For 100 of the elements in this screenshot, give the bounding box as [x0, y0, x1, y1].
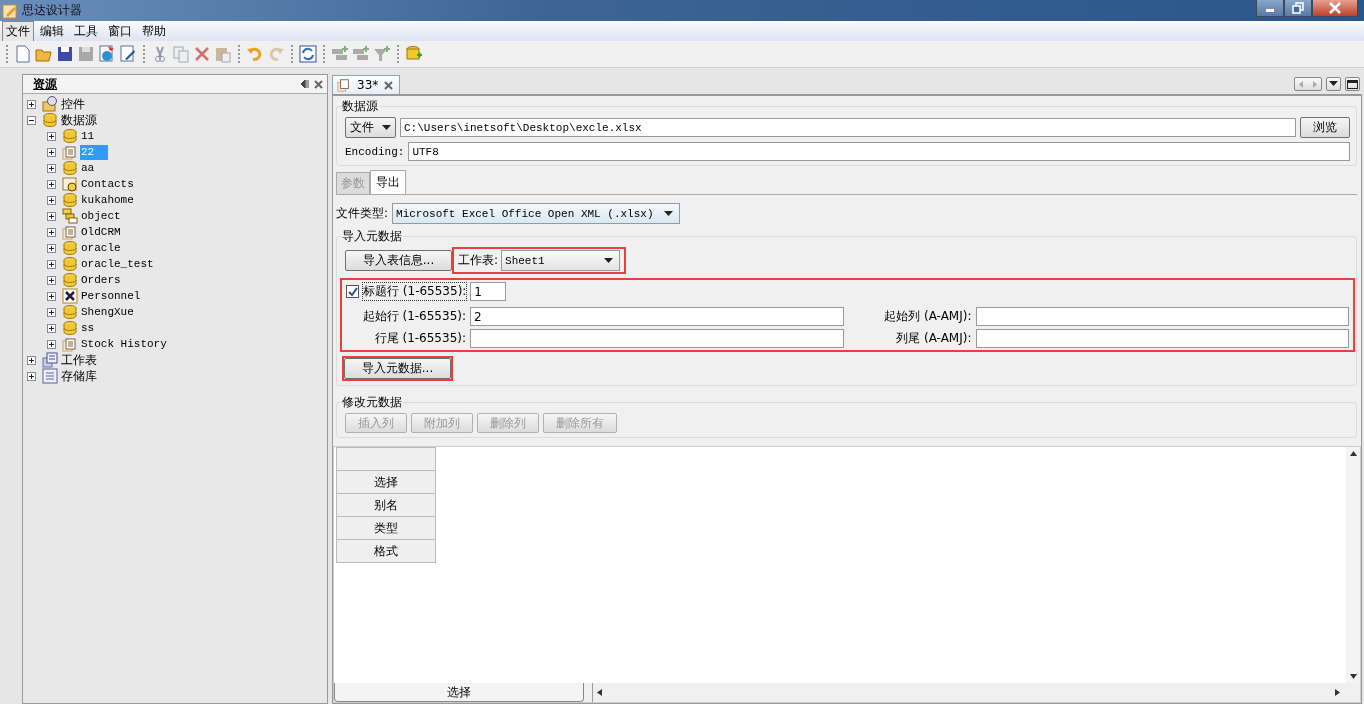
tree-item[interactable]: Orders	[80, 272, 122, 288]
left-arrow-icon	[597, 689, 602, 696]
save-icon[interactable]	[56, 45, 74, 63]
tree-item[interactable]: Stock History	[80, 336, 168, 352]
add-database-icon[interactable]	[405, 45, 423, 63]
restore-button[interactable]	[1284, 0, 1312, 17]
menu-item[interactable]: 文件	[2, 20, 34, 42]
menu-item[interactable]: 工具	[70, 20, 102, 42]
pin-icon[interactable]	[300, 79, 310, 89]
row-header: 别名	[336, 494, 436, 517]
row-header: 选择	[336, 471, 436, 494]
row-header: 类型	[336, 517, 436, 540]
expand-toggle[interactable]	[47, 227, 56, 237]
tree-item[interactable]: oracle_test	[80, 256, 155, 272]
restore-icon	[1291, 2, 1305, 14]
tree-item[interactable]: kukahome	[80, 192, 135, 208]
field-label: 列尾 (A-AMJ):	[895, 330, 972, 347]
collapse-toggle[interactable]	[27, 115, 36, 125]
header-row-field[interactable]: 1	[470, 282, 507, 301]
tree-item[interactable]: oracle	[80, 240, 122, 256]
sheet-label: 工作表:	[458, 252, 499, 269]
menu-item[interactable]: 帮助	[138, 20, 170, 42]
browse-button[interactable]: 浏览	[1300, 117, 1350, 138]
expand-toggle[interactable]	[47, 291, 56, 301]
tree-item[interactable]: Personnel	[80, 288, 142, 304]
expand-toggle[interactable]	[47, 323, 56, 333]
close-button[interactable]	[1312, 0, 1358, 17]
menu-item[interactable]: 窗口	[104, 20, 136, 42]
expand-toggle[interactable]	[27, 99, 36, 109]
tree-item[interactable]: object	[80, 208, 122, 224]
delete-icon[interactable]	[193, 45, 211, 63]
expand-toggle[interactable]	[27, 355, 36, 365]
refresh-icon[interactable]	[299, 45, 317, 63]
expand-toggle[interactable]	[47, 307, 56, 317]
storage-icon	[42, 368, 58, 384]
tree-item[interactable]: 控件	[60, 96, 86, 112]
database-icon	[62, 320, 78, 336]
tree-item[interactable]: 工作表	[60, 352, 98, 368]
tree-item[interactable]: OldCRM	[80, 224, 122, 240]
expand-toggle[interactable]	[27, 371, 36, 381]
import-table-info-button[interactable]: 导入表信息...	[345, 250, 452, 271]
document-stack-icon	[337, 78, 351, 92]
expand-toggle[interactable]	[47, 275, 56, 285]
close-icon[interactable]	[384, 80, 394, 90]
tree-item[interactable]: Contacts	[80, 176, 135, 192]
editor-tab[interactable]: 33*	[332, 75, 401, 94]
input-field[interactable]	[470, 329, 844, 348]
checkbox-label[interactable]: 标题行 (1-65535):	[363, 283, 467, 300]
tree-item[interactable]: 数据源	[60, 112, 98, 128]
expand-toggle[interactable]	[47, 339, 56, 349]
file-type-label: 文件类型:	[336, 205, 389, 222]
tree-item[interactable]: ShengXue	[80, 304, 135, 320]
import-metadata-button[interactable]: 导入元数据...	[344, 358, 451, 379]
edit-page-icon[interactable]	[119, 45, 137, 63]
expand-toggle[interactable]	[47, 179, 56, 189]
tree-item[interactable]: aa	[80, 160, 96, 176]
globe-icon[interactable]	[98, 45, 116, 63]
menu-item[interactable]: 编辑	[36, 20, 68, 42]
expand-toggle[interactable]	[47, 243, 56, 253]
down-arrow-icon	[1349, 674, 1357, 679]
expand-toggle[interactable]	[47, 147, 56, 157]
check-icon	[347, 286, 358, 297]
sheet-tab[interactable]: 选择	[334, 683, 584, 702]
vertical-scrollbar[interactable]	[1346, 447, 1360, 683]
minimize-button[interactable]	[1256, 0, 1284, 17]
maximize-button[interactable]	[1345, 77, 1360, 91]
checkbox[interactable]	[346, 285, 359, 298]
database-icon	[42, 112, 58, 128]
input-field[interactable]: 2	[470, 307, 844, 326]
field-label: 行尾 (1-65535):	[373, 330, 466, 347]
input-field[interactable]	[975, 307, 1349, 326]
expand-toggle[interactable]	[47, 131, 56, 141]
object-icon	[62, 208, 78, 224]
database-icon	[62, 272, 78, 288]
sheet-dropdown[interactable]: Sheet1	[501, 250, 621, 271]
expand-toggle[interactable]	[47, 163, 56, 173]
encoding-label: Encoding:	[345, 145, 405, 158]
source-type-dropdown[interactable]: 文件	[345, 117, 396, 138]
expand-toggle[interactable]	[47, 211, 56, 221]
encoding-field[interactable]: UTF8	[408, 142, 1350, 161]
tab[interactable]: 导出	[370, 170, 406, 194]
tab-list-button[interactable]	[1326, 77, 1341, 91]
new-file-icon[interactable]	[14, 45, 32, 63]
group-title: 数据源	[341, 98, 379, 115]
spreadsheet-icon	[62, 288, 78, 304]
expand-toggle[interactable]	[47, 195, 56, 205]
tree-item[interactable]: 11	[80, 128, 96, 144]
maximize-icon	[1347, 79, 1358, 89]
worksheet-icon	[42, 352, 58, 368]
close-icon[interactable]	[314, 79, 323, 89]
panel-title: 资源	[33, 75, 57, 93]
row-header: 格式	[336, 540, 436, 563]
tree-item[interactable]: 存储库	[60, 368, 98, 384]
file-type-dropdown[interactable]: Microsoft Excel Office Open XML (.xlsx)	[392, 203, 680, 224]
document-stack-icon	[62, 336, 78, 352]
input-field[interactable]	[975, 329, 1349, 348]
expand-toggle[interactable]	[47, 259, 56, 269]
tree-item[interactable]: ss	[80, 320, 96, 336]
database-icon	[62, 256, 78, 272]
path-field[interactable]: C:\Users\inetsoft\Desktop\excle.xlsx	[400, 118, 1296, 137]
